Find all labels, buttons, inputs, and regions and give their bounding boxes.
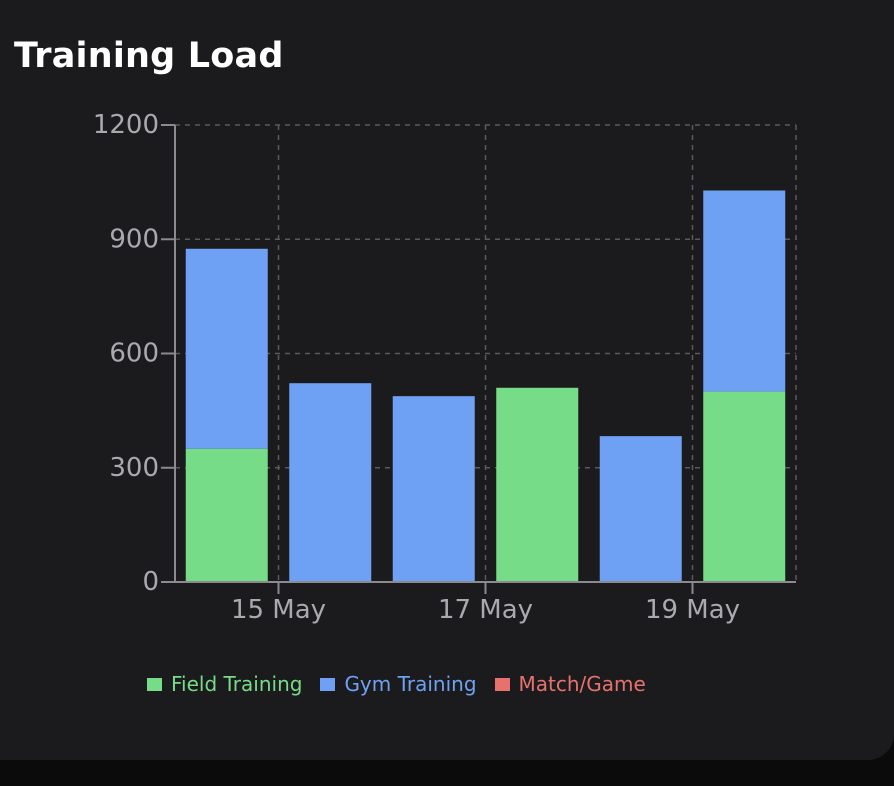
y-tick-label-2: 600 xyxy=(109,339,159,369)
bar-gym-training-0 xyxy=(185,248,268,449)
legend-swatch xyxy=(494,677,510,691)
bar-gym-training-2 xyxy=(392,396,475,582)
legend-item-gym-training[interactable]: Gym Training xyxy=(320,672,477,696)
x-tick-label-2: 19 May xyxy=(645,595,740,625)
training-load-card: Training Load 0 300 600 900 1200 15 May 17 May… xyxy=(0,0,894,760)
legend-item-match-game[interactable]: Match/Game xyxy=(494,672,646,696)
x-tick-label-1: 17 May xyxy=(438,595,533,625)
y-tick-label-0: 0 xyxy=(142,567,159,597)
bar-gym-training-1 xyxy=(289,383,372,582)
legend-item-field-training[interactable]: Field Training xyxy=(147,672,302,696)
legend-label: Field Training xyxy=(171,672,303,696)
legend-swatch xyxy=(320,677,336,691)
bar-field-training-0 xyxy=(185,448,268,582)
y-tick-label-1: 300 xyxy=(109,453,159,483)
x-tick-label-0: 15 May xyxy=(231,595,326,625)
legend-label: Match/Game xyxy=(518,672,646,696)
bar-field-training-5 xyxy=(703,391,786,582)
y-tick-label-3: 900 xyxy=(109,224,159,254)
bar-field-training-3 xyxy=(496,387,579,582)
training-load-chart: 0 300 600 900 1200 15 May 17 May 19 May xyxy=(93,110,797,625)
chart-legend: Field Training Gym Training Match/Game xyxy=(147,672,646,696)
y-tick-label-4: 1200 xyxy=(93,110,159,140)
legend-swatch xyxy=(147,677,162,691)
bar-gym-training-5 xyxy=(703,190,786,392)
bar-gym-training-4 xyxy=(599,436,682,582)
legend-label: Gym Training xyxy=(344,672,477,696)
